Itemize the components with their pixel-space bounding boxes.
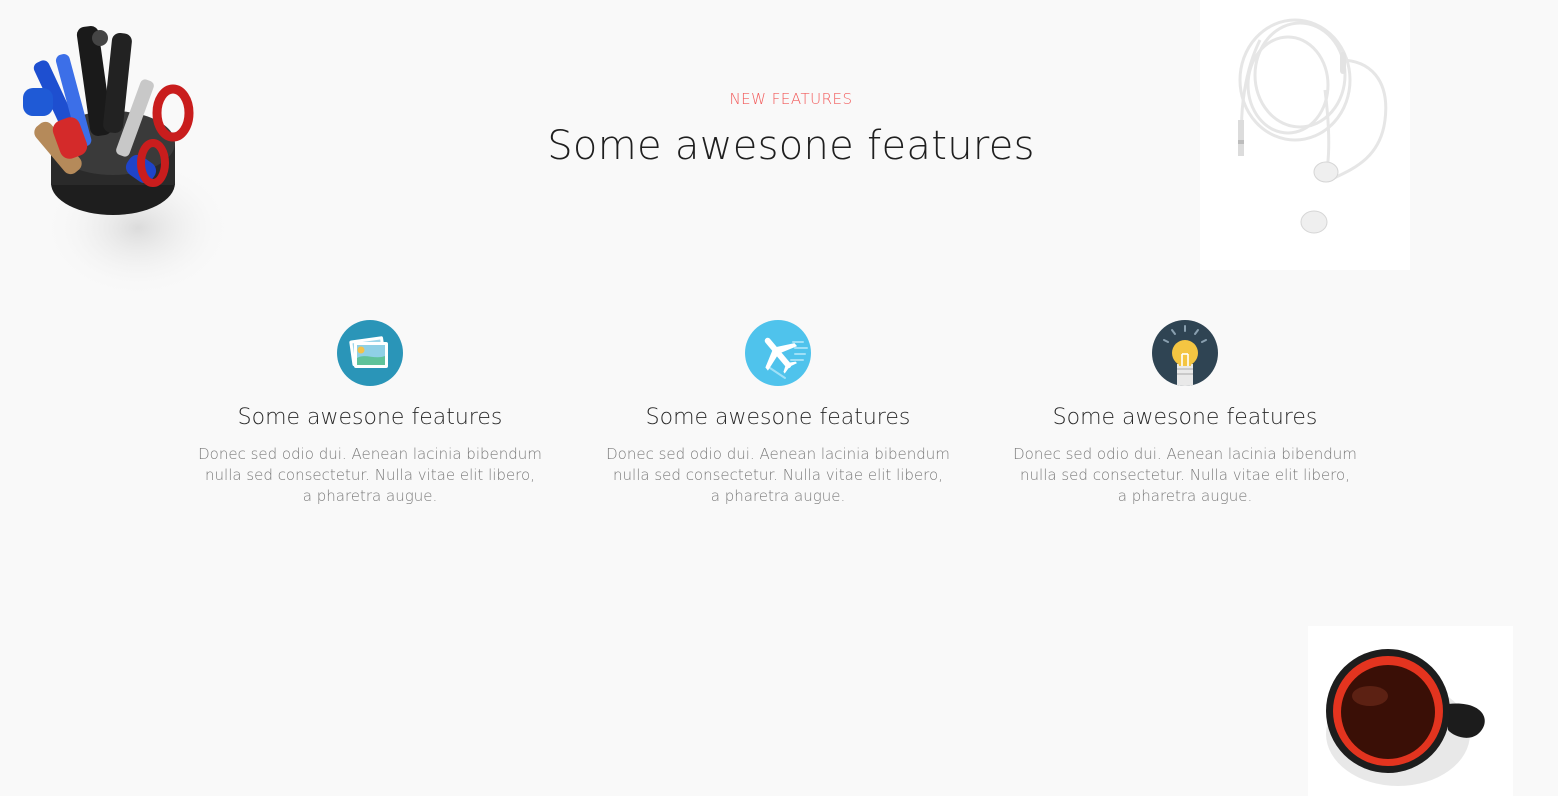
feature-description-line: nulla sed consectetur. Nulla vitae elit … xyxy=(613,466,943,484)
lightbulb-icon xyxy=(1152,320,1218,386)
feature-description-line: a pharetra augue. xyxy=(710,487,846,505)
feature-description-line: Donec sed odio dui. Aenean lacinia biben… xyxy=(198,445,542,463)
feature-description-line: a pharetra augue. xyxy=(302,487,438,505)
feature-card-airplane: Some awesone features Donec sed odio dui… xyxy=(598,320,958,507)
feature-title: Some awesone features xyxy=(1052,405,1318,430)
feature-description-line: nulla sed consectetur. Nulla vitae elit … xyxy=(1020,466,1350,484)
feature-description-line: a pharetra augue. xyxy=(1117,487,1253,505)
airplane-icon xyxy=(745,320,811,386)
feature-description-line: Donec sed odio dui. Aenean lacinia biben… xyxy=(1013,445,1357,463)
coffee-cup-image xyxy=(1308,626,1513,796)
feature-description-line: nulla sed consectetur. Nulla vitae elit … xyxy=(205,466,535,484)
feature-card-photos: Some awesone features Donec sed odio dui… xyxy=(190,320,550,507)
feature-description: Donec sed odio dui. Aenean lacinia biben… xyxy=(190,444,550,507)
section-title: Some awesone features xyxy=(547,123,1035,169)
feature-title: Some awesone features xyxy=(237,405,503,430)
feature-description: Donec sed odio dui. Aenean lacinia biben… xyxy=(598,444,958,507)
feature-description: Donec sed odio dui. Aenean lacinia biben… xyxy=(1005,444,1365,507)
photos-icon xyxy=(337,320,403,386)
feature-title: Some awesone features xyxy=(645,405,911,430)
features-row: Some awesone features Donec sed odio dui… xyxy=(0,320,1558,520)
section-header: NEW FEATURES Some awesone features xyxy=(12,88,1558,170)
feature-card-lightbulb: Some awesone features Donec sed odio dui… xyxy=(1005,320,1365,507)
section-eyebrow: NEW FEATURES xyxy=(729,90,853,108)
feature-description-line: Donec sed odio dui. Aenean lacinia biben… xyxy=(606,445,950,463)
